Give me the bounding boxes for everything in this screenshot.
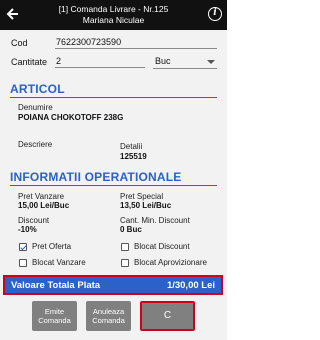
- pret-special-label: Pret Special: [120, 192, 164, 201]
- emite-comanda-line1: Emite: [44, 307, 65, 316]
- pret-oferta-label: Pret Oferta: [32, 242, 72, 251]
- cod-input[interactable]: [55, 36, 217, 49]
- emite-comanda-button[interactable]: Emite Comanda: [32, 301, 77, 331]
- unit-select-value: Buc: [155, 56, 171, 66]
- blocat-discount-checkbox[interactable]: [121, 243, 129, 251]
- informatii-divider: [10, 185, 217, 186]
- discount-label: Discount: [18, 216, 50, 225]
- denumire-value: POIANA CHOKOTOFF 238G: [18, 113, 124, 122]
- informatii-heading: INFORMATII OPERATIONALE: [10, 170, 182, 184]
- blocat-vanzare-checkbox[interactable]: [19, 259, 27, 267]
- blocat-aprovizionare-checkbox[interactable]: [121, 259, 129, 267]
- blocat-discount-label: Blocat Discount: [134, 242, 190, 251]
- articol-divider: [10, 97, 217, 98]
- window-title-line2: Mariana Niculae: [82, 15, 145, 25]
- cant-min-discount-label: Cant. Min. Discount: [120, 216, 190, 225]
- cantitate-input[interactable]: [55, 55, 145, 68]
- app-screen: [1] Comanda Livrare - Nr.125 Mariana Nic…: [0, 0, 227, 340]
- total-bar: Valoare Totala Plata 1/30,00 Lei: [3, 275, 223, 295]
- pret-vanzare-value: 15,00 Lei/Buc: [18, 201, 70, 210]
- cod-label: Cod: [11, 38, 28, 48]
- blocat-aprovizionare-label: Blocat Aprovizionare: [134, 258, 207, 267]
- top-bar: [1] Comanda Livrare - Nr.125 Mariana Nic…: [0, 0, 227, 30]
- arrow-left-icon[interactable]: [5, 6, 21, 22]
- denumire-label: Denumire: [18, 103, 53, 112]
- info-icon[interactable]: i: [208, 7, 222, 21]
- articol-heading: ARTICOL: [10, 82, 65, 96]
- pret-oferta-checkbox[interactable]: [19, 243, 27, 251]
- total-label: Valoare Totala Plata: [11, 280, 101, 291]
- pret-special-value: 13,50 Lei/Buc: [120, 201, 172, 210]
- emite-comanda-line2: Comanda: [38, 316, 71, 325]
- anuleaza-comanda-button[interactable]: Anuleaza Comanda: [86, 301, 131, 331]
- chevron-down-icon: [207, 60, 215, 64]
- cantitate-label: Cantitate: [11, 57, 48, 67]
- total-value: 1/30,00 Lei: [166, 280, 215, 291]
- pret-vanzare-label: Pret Vanzare: [18, 192, 65, 201]
- anuleaza-comanda-line2: Comanda: [92, 316, 125, 325]
- c-button[interactable]: C: [140, 301, 195, 331]
- window-title-line1: [1] Comanda Livrare - Nr.125: [58, 4, 169, 14]
- descriere-label: Descriere: [18, 140, 53, 149]
- unit-select[interactable]: Buc: [153, 56, 217, 69]
- cant-min-discount-value: 0 Buc: [120, 225, 142, 234]
- detalii-label: Detalii: [120, 142, 143, 151]
- detalii-value: 125519: [120, 152, 147, 161]
- anuleaza-comanda-line1: Anuleaza: [92, 307, 125, 316]
- blocat-vanzare-label: Blocat Vanzare: [32, 258, 86, 267]
- discount-value: -10%: [18, 225, 37, 234]
